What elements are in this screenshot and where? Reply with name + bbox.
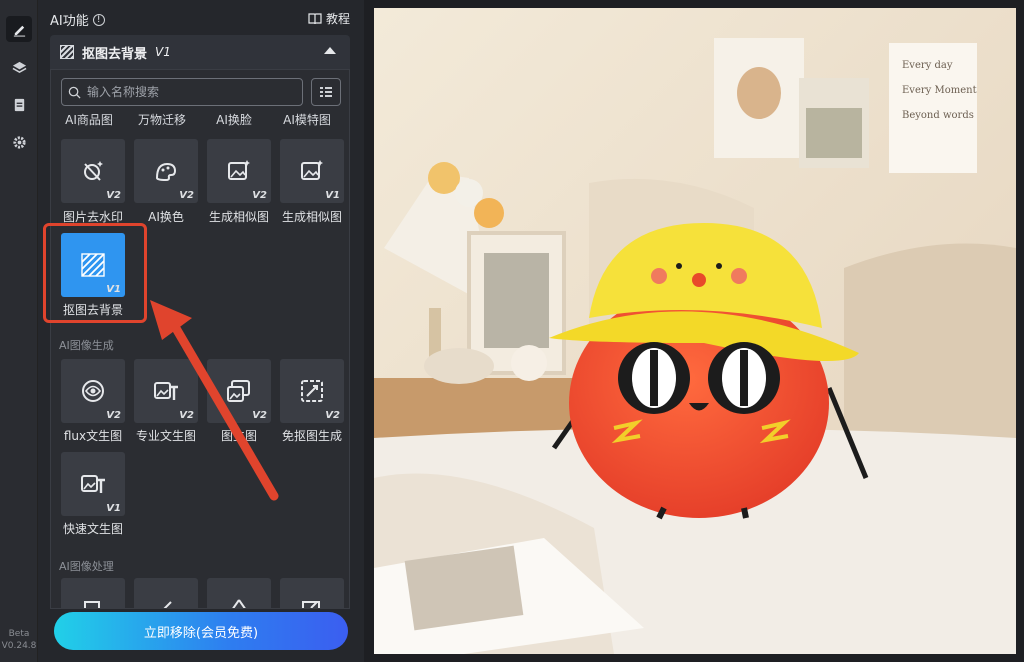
annotation-arrow	[150, 300, 279, 501]
card-line-2: Every Moment	[902, 85, 977, 96]
canvas-area: Every day Every Moment Beyond words	[364, 0, 1024, 662]
photo-illustration: Every day Every Moment Beyond words	[374, 8, 1016, 654]
app-root: Beta V0.24.8 AI功能 ! 教程 抠图去背景 V1 输入名称搜索 A…	[0, 0, 1024, 662]
card-line-1: Every day	[902, 60, 953, 71]
card-line-3: Beyond words	[902, 110, 974, 121]
product-photo[interactable]: Every day Every Moment Beyond words	[374, 8, 1016, 654]
